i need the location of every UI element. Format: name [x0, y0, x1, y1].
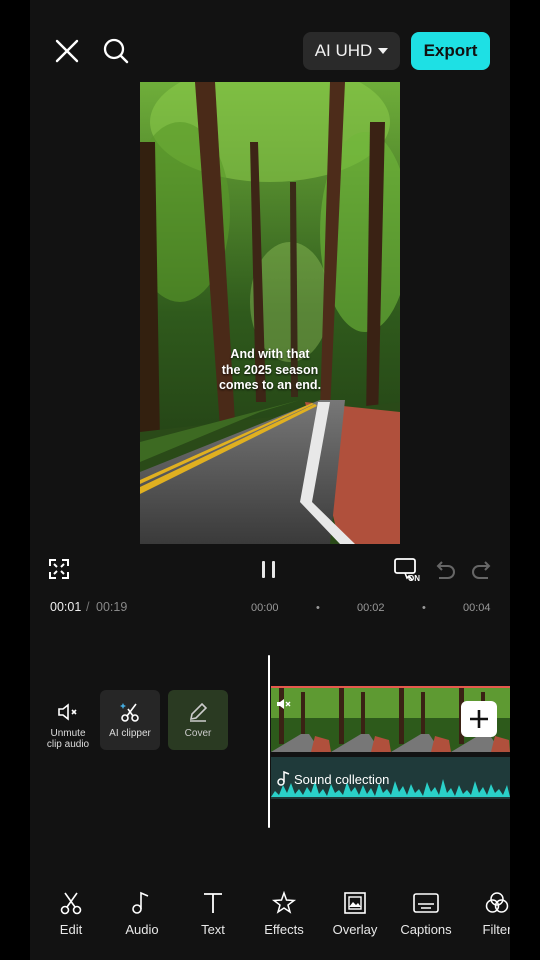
fullscreen-icon[interactable] — [48, 558, 70, 580]
ai-scissors-icon — [120, 703, 139, 722]
ruler-dot: • — [316, 602, 320, 614]
toolbar-overlay[interactable]: Overlay — [323, 890, 387, 937]
star-sparkle-icon — [271, 890, 297, 914]
speaker-muted-icon — [58, 703, 77, 721]
toolbar-text[interactable]: Text — [181, 890, 245, 937]
pencil-icon — [189, 702, 208, 722]
toolbar-label: Effects — [264, 922, 304, 937]
add-clip-button[interactable] — [461, 701, 497, 737]
search-icon[interactable] — [102, 37, 130, 65]
cover-button[interactable]: Cover — [168, 690, 228, 750]
close-icon[interactable] — [54, 38, 80, 64]
tool-label: Unmute — [50, 728, 86, 739]
video-preview[interactable]: And with that the 2025 season comes to a… — [140, 82, 400, 544]
pause-bar — [272, 561, 275, 578]
toolbar-label: Audio — [125, 922, 159, 937]
audio-track-label: Sound collection — [294, 772, 390, 787]
toolbar-effects[interactable]: Effects — [252, 890, 316, 937]
ruler-tick: 00:00 — [251, 602, 279, 614]
chevron-down-icon — [378, 48, 389, 54]
clip-muted-icon — [277, 699, 291, 709]
redo-icon[interactable] — [470, 559, 494, 581]
toolbar-label: Filter — [482, 922, 510, 937]
toolbar-label: Overlay — [332, 922, 378, 937]
filter-icon — [485, 892, 509, 913]
quality-label: AI UHD — [314, 41, 373, 60]
music-note-icon — [132, 891, 149, 914]
toolbar-audio[interactable]: Audio — [110, 890, 174, 937]
captions-icon — [413, 893, 439, 913]
text-icon — [204, 893, 222, 913]
toolbar-captions[interactable]: Captions — [394, 890, 458, 937]
pause-button[interactable] — [259, 559, 279, 581]
ruler-dot: • — [422, 602, 426, 614]
editor-screen: AI UHD Export And with that the 2025 sea… — [30, 0, 510, 960]
total-time: 00:19 — [96, 600, 128, 614]
scissors-icon — [60, 892, 82, 915]
playhead[interactable] — [268, 655, 270, 828]
unmute-clip-audio-button[interactable]: Unmute clip audio — [38, 690, 98, 750]
toolbar-label: Text — [201, 922, 225, 937]
toolbar-label: Captions — [400, 922, 452, 937]
caption-line: comes to an end. — [218, 378, 322, 392]
export-button[interactable]: Export — [411, 32, 490, 70]
tool-label: Cover — [184, 728, 212, 739]
overlay-icon — [344, 892, 366, 914]
audio-track[interactable]: Sound collection — [271, 757, 510, 799]
video-caption: And with that the 2025 season comes to a… — [140, 347, 400, 394]
undo-icon[interactable] — [433, 559, 457, 581]
current-time: 00:01 — [50, 600, 82, 614]
caption-line: the 2025 season — [221, 362, 319, 377]
plus-icon — [470, 710, 488, 728]
preview-toggle[interactable]: ON — [393, 556, 423, 586]
quality-dropdown[interactable]: AI UHD — [303, 32, 400, 70]
toolbar-edit[interactable]: Edit — [39, 890, 103, 937]
music-note-icon — [277, 771, 290, 786]
time-separator: / — [86, 600, 90, 614]
tool-label: AI clipper — [109, 728, 151, 739]
ai-clipper-button[interactable]: AI clipper — [100, 690, 160, 750]
ruler-tick: 00:02 — [357, 602, 385, 614]
pause-bar — [262, 561, 265, 578]
toolbar-label: Edit — [59, 922, 83, 937]
toggle-state: ON — [408, 574, 420, 583]
tool-label: clip audio — [46, 739, 90, 750]
toolbar-filter[interactable]: Filter — [465, 890, 510, 937]
ruler-tick: 00:04 — [463, 602, 491, 614]
forest-road-image — [140, 82, 400, 544]
caption-line: And with that — [230, 347, 310, 361]
